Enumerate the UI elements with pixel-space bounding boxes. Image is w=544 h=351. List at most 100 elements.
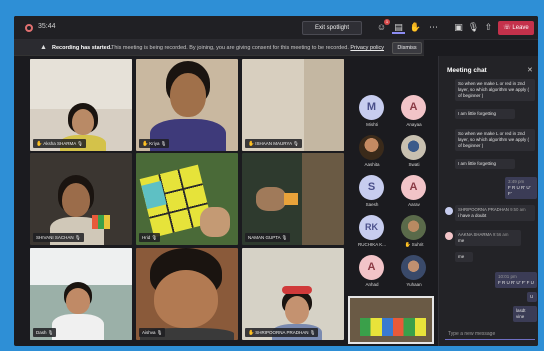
video-tile[interactable]: ✋Aksha SHARMA 🎙 [30, 59, 132, 151]
message-time: 9:50 am [510, 207, 526, 212]
dismiss-button[interactable]: Dismiss [392, 42, 422, 54]
participant-avatar-tile[interactable]: A Anayaa [392, 92, 436, 132]
raised-hand-icon: ✋ [404, 242, 411, 248]
mic-icon[interactable]: 🎙 [467, 21, 480, 34]
avatar: A [401, 95, 426, 120]
meeting-toolbar: 35:44 Exit spotlight ☺ 1 ▤ ✋ ⋯ ▣ 🎙 ⇧ ☏ L… [14, 16, 538, 40]
participant-name: Aksha SHARMA [43, 141, 76, 146]
video-tile[interactable]: ✋Kriya 🎙 [136, 59, 238, 151]
raised-hand-icon: ✋ [248, 141, 255, 147]
recording-icon [25, 24, 33, 32]
self-view-video[interactable] [348, 296, 434, 344]
participant-avatar-tile[interactable]: Yuhaan [392, 252, 436, 292]
video-person-face [66, 288, 90, 314]
avatar [401, 255, 426, 280]
participant-name: RUCHIKA K... [357, 242, 386, 247]
warning-icon: ▲ [40, 44, 47, 51]
message-text: F R U R' U' F' F U [498, 280, 534, 285]
participant-avatar-tile[interactable]: M Mishti [350, 92, 394, 132]
participant-name: NAMAN GUPTA [248, 235, 281, 240]
participant-avatar-tile[interactable]: RK RUCHIKA K... [350, 212, 394, 252]
chat-message-input[interactable]: Type a new message [445, 328, 535, 340]
chat-icon[interactable]: ▤ [392, 21, 405, 34]
participant-name: Kriya [149, 141, 160, 146]
banner-heading: Recording has started. [52, 45, 112, 51]
video-person-face [285, 296, 309, 324]
avatar [445, 232, 453, 240]
participant-avatar-tile[interactable]: Swati [392, 132, 436, 172]
video-person-shirt [52, 314, 104, 340]
video-tile[interactable]: SHIVANI SACHAN 🎙 [30, 153, 132, 245]
video-tile[interactable]: Aishva 🎙 [136, 248, 238, 340]
participant-name: Yuhaan [406, 282, 422, 287]
avatar: RK [359, 215, 384, 240]
raised-hand-icon: ✋ [248, 330, 255, 336]
participant-name-tag: ✋ISHAAN MAURYA 🎙 [245, 139, 302, 148]
video-tile[interactable]: ✋SHRIPOORNA PRADHAN 🎙 [242, 248, 344, 340]
banner-body: This meeting is being recorded. By joini… [111, 45, 349, 51]
hand [256, 187, 286, 211]
chat-message: me [455, 252, 473, 262]
meeting-chat-panel: Meeting chat ✕ So when we make L or red … [438, 56, 538, 346]
chat-message: So when we make L or red in 2nd layer, s… [455, 129, 535, 151]
avatar [401, 135, 426, 160]
avatar: M [359, 95, 384, 120]
participant-name: Saesh [365, 202, 379, 207]
participant-name-text: Suhrit [411, 242, 424, 247]
teams-meeting-window: 35:44 Exit spotlight ☺ 1 ▤ ✋ ⋯ ▣ 🎙 ⇧ ☏ L… [14, 16, 538, 346]
video-tile[interactable]: Dash 🎙 [30, 248, 132, 340]
participant-name-tag: Aishva 🎙 [139, 328, 166, 337]
message-time: 9:56 am [492, 232, 509, 237]
video-tile[interactable]: Hrid 🎙 [136, 153, 238, 245]
message-text: me [458, 238, 465, 243]
participant-name: SHIVANI SACHAN [36, 235, 74, 240]
avatar [445, 207, 453, 215]
participant-name: Swati [408, 162, 420, 167]
chat-message-own: 3:49 pm F R U R' U' F' [505, 177, 537, 199]
raise-hand-icon[interactable]: ✋ [409, 21, 422, 34]
participant-gallery: M Mishti A Anayaa Aashita Swati S Saesh … [348, 58, 438, 308]
more-options-icon[interactable]: ⋯ [427, 21, 440, 34]
camera-icon[interactable]: ▣ [452, 21, 465, 34]
raised-hand-icon: ✋ [36, 141, 43, 147]
participant-name: Aishva [142, 330, 156, 335]
chat-message-own: U [527, 292, 537, 302]
participant-avatar-tile[interactable]: ✋Suhrit [392, 212, 436, 252]
avatar: A [359, 255, 384, 280]
chat-title: Meeting chat [447, 67, 487, 74]
video-tile[interactable]: NAMAN GUPTA 🎙 [242, 153, 344, 245]
leave-label: Leave [512, 25, 529, 31]
close-icon[interactable]: ✕ [527, 66, 533, 74]
message-sender: AAKNA SHARMA [458, 232, 492, 237]
video-background [30, 59, 132, 109]
rubiks-cube-row [360, 318, 426, 336]
chat-message: AAKNA SHARMA 9:56 am me [455, 230, 521, 246]
chat-message: So when we make L or red in 2nd layer, s… [455, 79, 535, 101]
participant-avatar-tile[interactable]: A Aarav [392, 172, 436, 212]
participant-name: Anhad [365, 282, 379, 287]
participant-name: Aarav [408, 202, 420, 207]
video-person-face [154, 270, 218, 328]
people-count-badge: 1 [384, 19, 390, 25]
rubiks-cube [92, 215, 110, 229]
privacy-policy-link[interactable]: Privacy policy [350, 45, 384, 51]
video-person-face [72, 109, 94, 135]
recording-banner: ▲ Recording has started. This meeting is… [14, 40, 424, 56]
participant-avatar-tile[interactable]: S Saesh [350, 172, 394, 212]
participant-name-tag: ✋Aksha SHARMA 🎙 [33, 139, 86, 148]
meeting-timer: 35:44 [38, 23, 56, 30]
participant-avatar-tile[interactable]: Aashita [350, 132, 394, 172]
headband [282, 286, 312, 294]
leave-button[interactable]: ☏ Leave [498, 21, 534, 35]
share-screen-icon[interactable]: ⇧ [482, 21, 495, 34]
exit-spotlight-button[interactable]: Exit spotlight [302, 21, 362, 35]
avatar: A [401, 175, 426, 200]
participant-name-tag: Dash 🎙 [33, 328, 57, 337]
avatar: S [359, 175, 384, 200]
video-background [302, 153, 344, 245]
participant-avatar-tile[interactable]: A Anhad [350, 252, 394, 292]
video-tile[interactable]: ✋ISHAAN MAURYA 🎙 [242, 59, 344, 151]
video-person-face [170, 73, 206, 117]
participant-name: Anayaa [406, 122, 422, 127]
video-person-face [62, 183, 90, 217]
